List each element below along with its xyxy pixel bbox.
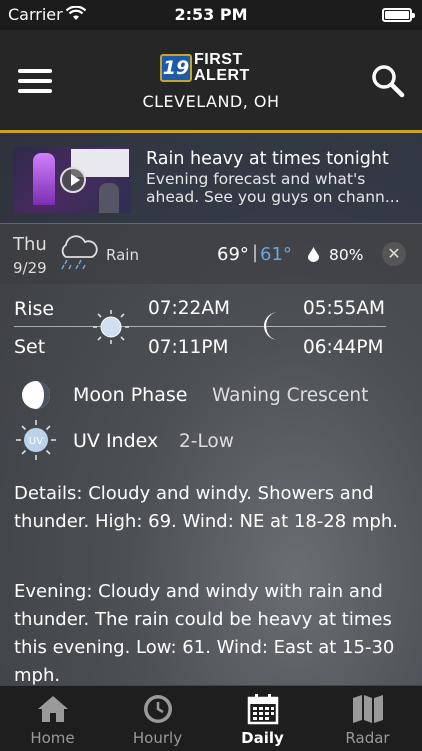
station-logo: 19 FIRST ALERT bbox=[160, 52, 260, 86]
daily-forecast-row: Thu 9/29 Rain 69° | 61° 80% ✕ bbox=[0, 223, 422, 284]
tab-radar-label: Radar bbox=[345, 729, 390, 747]
precip-chance: 80% bbox=[329, 246, 364, 264]
condition-text: Rain bbox=[106, 246, 139, 264]
rain-cloud-icon bbox=[61, 235, 98, 270]
menu-icon[interactable] bbox=[18, 69, 52, 93]
battery-icon bbox=[382, 8, 415, 22]
moonrise-time: 05:55AM bbox=[303, 298, 385, 319]
status-time: 2:53 PM bbox=[174, 5, 248, 24]
evening-text: Evening: Cloudy and windy with rain and … bbox=[14, 581, 395, 686]
rise-label: Rise bbox=[14, 298, 55, 320]
tab-radar[interactable]: Radar bbox=[315, 686, 420, 751]
logo-badge: 19 bbox=[160, 54, 192, 82]
tab-daily-label: Daily bbox=[241, 729, 284, 747]
logo-line1: FIRST bbox=[194, 51, 243, 68]
high-temp: 69° bbox=[217, 244, 249, 265]
uv-index-value: 2-Low bbox=[179, 431, 234, 452]
horizon-line bbox=[14, 326, 386, 327]
logo-line2: ALERT bbox=[194, 67, 250, 84]
moon-phase-value: Waning Crescent bbox=[212, 385, 369, 406]
tab-home[interactable]: Home bbox=[0, 686, 105, 751]
uv-icon-text: UV bbox=[29, 436, 43, 447]
video-item[interactable]: Rain heavy at times tonight Evening fore… bbox=[0, 133, 422, 223]
map-icon bbox=[353, 695, 383, 723]
sunrise-time: 07:22AM bbox=[148, 298, 230, 319]
sunset-time: 07:11PM bbox=[148, 337, 229, 358]
tab-home-label: Home bbox=[30, 729, 75, 747]
tab-daily[interactable]: Daily bbox=[210, 686, 315, 751]
set-label: Set bbox=[14, 336, 46, 358]
tab-hourly-label: Hourly bbox=[132, 729, 183, 747]
low-temp: 61° bbox=[260, 244, 292, 265]
moon-icon bbox=[264, 312, 278, 340]
clock-icon bbox=[144, 695, 172, 723]
status-bar: Carrier 2:53 PM bbox=[0, 0, 422, 30]
forecast-day: Thu bbox=[13, 234, 47, 255]
tab-bar: Home Hourly Daily Radar bbox=[0, 685, 422, 751]
video-description: Evening forecast and what's ahead. See y… bbox=[146, 170, 400, 206]
close-button[interactable]: ✕ bbox=[382, 242, 406, 266]
temp-separator: | bbox=[252, 242, 259, 263]
tab-hourly[interactable]: Hourly bbox=[105, 686, 210, 751]
uv-index-label: UV Index bbox=[73, 430, 159, 452]
details-text: Details: Cloudy and windy. Showers and t… bbox=[14, 483, 398, 532]
forecast-date: 9/29 bbox=[13, 259, 47, 277]
home-icon bbox=[38, 696, 68, 722]
sun-horizon-icon bbox=[93, 310, 129, 344]
calendar-icon bbox=[247, 694, 279, 725]
video-title: Rain heavy at times tonight bbox=[146, 149, 389, 169]
city-name: CLEVELAND, OH bbox=[142, 92, 280, 111]
play-icon[interactable] bbox=[60, 167, 86, 193]
search-icon[interactable] bbox=[370, 63, 406, 99]
uv-index-icon: UV bbox=[16, 420, 56, 460]
moon-phase-icon bbox=[22, 381, 50, 409]
app-header: 19 FIRST ALERT CLEVELAND, OH bbox=[0, 30, 422, 130]
moonset-time: 06:44PM bbox=[303, 337, 384, 358]
video-thumbnail[interactable] bbox=[13, 147, 131, 213]
moon-phase-label: Moon Phase bbox=[73, 384, 188, 406]
raindrop-icon bbox=[308, 247, 319, 262]
